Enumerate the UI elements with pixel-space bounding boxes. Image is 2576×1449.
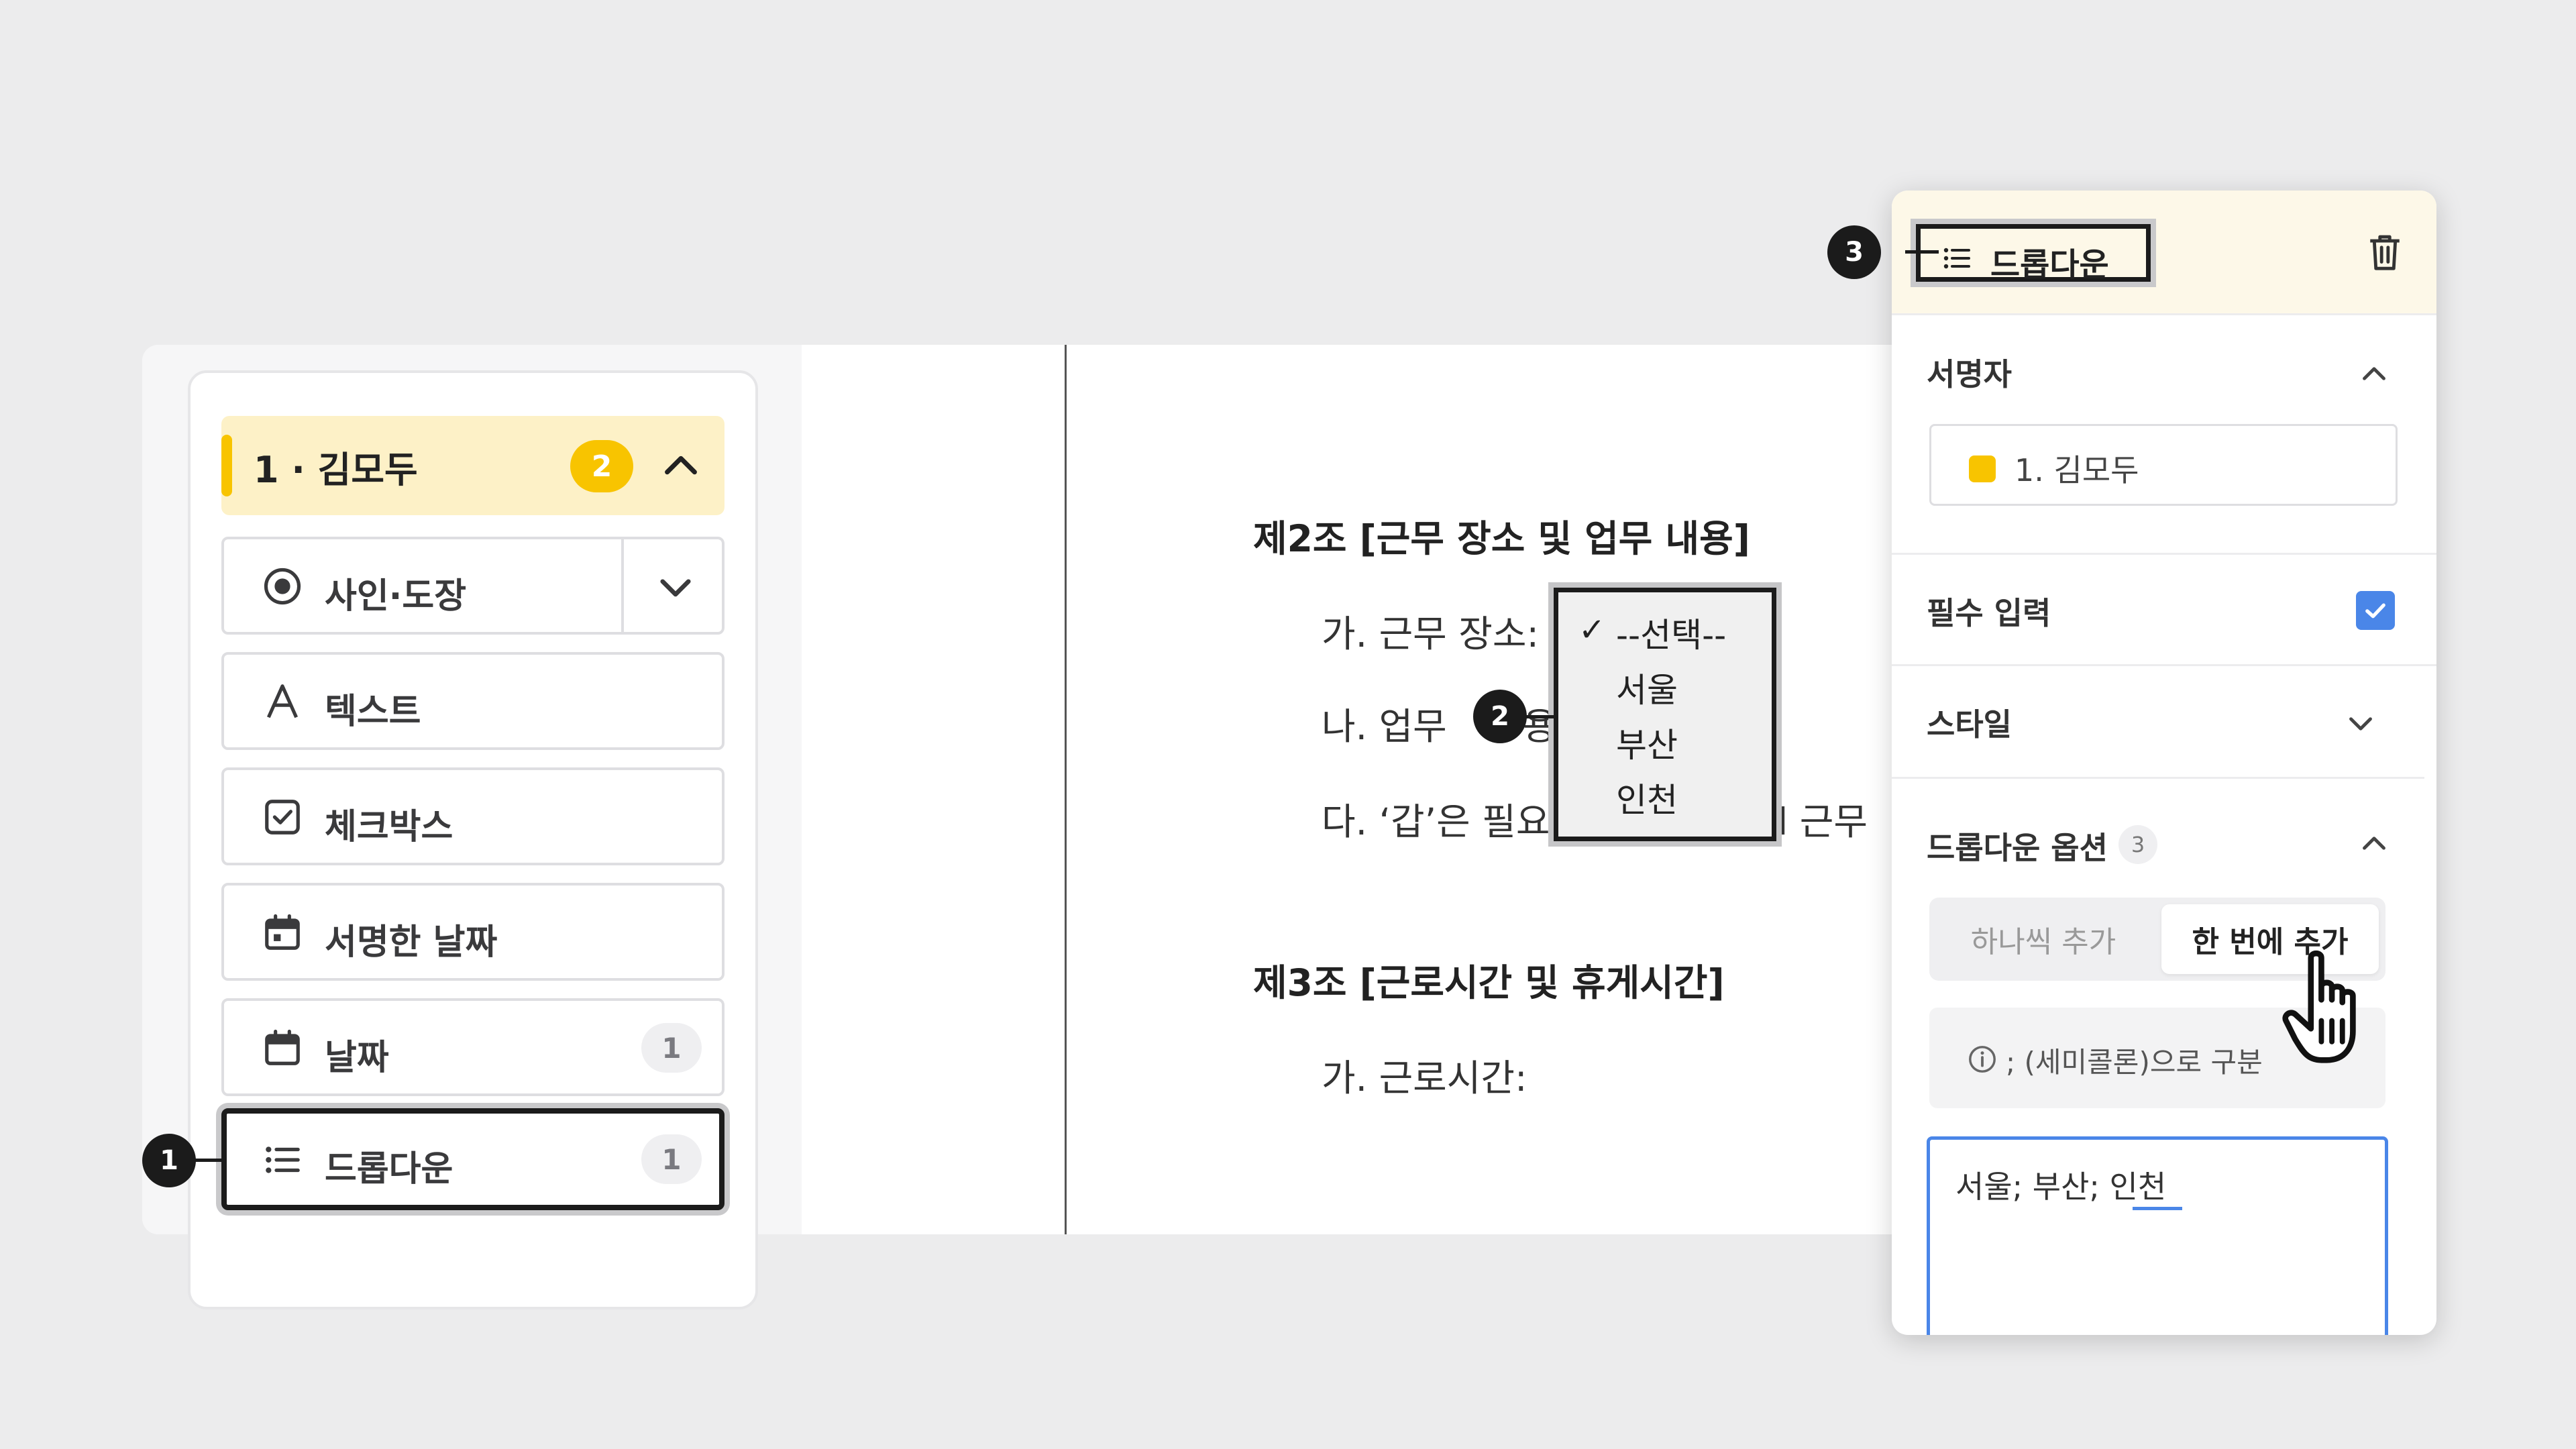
signer-select-value: 1. 김모두	[2015, 452, 2139, 488]
field-label: 드롭다운	[325, 1149, 453, 1189]
chevron-up-icon[interactable]	[657, 443, 704, 490]
hand-pointer-icon	[2282, 950, 2356, 1063]
section-divider	[1892, 664, 2436, 666]
signer-select[interactable]: 1. 김모두	[1929, 424, 2398, 506]
required-label: 필수 입력	[1927, 595, 2051, 631]
callout-line-2	[1523, 715, 1555, 718]
dropdown-options-label: 드롭다운 옵션	[1927, 830, 2108, 866]
callout-marker-3: 3	[1827, 225, 1881, 279]
chevron-up-icon[interactable]	[2355, 824, 2394, 863]
options-textarea[interactable]: 서울; 부산; 인천	[1927, 1136, 2388, 1335]
hint-text: ; (세미콜론)으로 구분	[2006, 1046, 2263, 1079]
style-section-label: 스타일	[1927, 706, 2012, 743]
field-count-badge: 1	[641, 1023, 702, 1073]
signer-group-header[interactable]: 1 · 김모두 2	[221, 416, 724, 515]
signer-field-count-badge: 2	[570, 440, 633, 492]
check-icon	[2365, 603, 2385, 619]
check-icon: ✓	[1578, 611, 1606, 649]
dropdown-option[interactable]: 부산	[1616, 718, 1678, 767]
panel-title-box: 드롭다운	[1916, 224, 2151, 284]
signer-name: 1 · 김모두	[254, 449, 418, 491]
document-line-fragment: l 근무	[1778, 800, 1868, 843]
field-properties-panel: 드롭다운 서명자 1. 김모두 필수 입력 스타일 드롭다운 옵션 3 하나씩 …	[1892, 191, 2436, 1335]
signer-section-label: 서명자	[1927, 356, 2012, 392]
field-count-badge: 1	[641, 1134, 702, 1184]
radio-target-icon	[264, 568, 301, 605]
checkbox-icon	[265, 800, 300, 835]
callout-line-3	[1905, 250, 1939, 254]
calendar-filled-icon	[265, 914, 300, 950]
field-item-text[interactable]: 텍스트	[221, 652, 724, 750]
document-line: 가. 근로시간:	[1322, 1057, 1527, 1099]
field-label: 날짜	[325, 1038, 389, 1078]
document-line: 가. 근무 장소:	[1322, 612, 1539, 655]
field-label: 텍스트	[325, 692, 421, 732]
chevron-down-icon[interactable]	[653, 565, 698, 609]
article-heading: 제3조 [근로시간 및 휴게시간]	[1253, 961, 1725, 1004]
panel-title: 드롭다운	[1990, 246, 2109, 284]
spellcheck-underline	[2133, 1207, 2182, 1210]
callout-line-1	[195, 1159, 227, 1162]
list-icon	[266, 1146, 300, 1173]
text-a-icon	[266, 684, 299, 718]
options-count-badge: 3	[2118, 825, 2157, 864]
chevron-up-icon[interactable]	[2355, 354, 2394, 393]
field-label: 서명한 날짜	[325, 922, 498, 963]
callout-marker-2: 2	[1473, 690, 1527, 743]
document-line: 다. ‘갑’은 필요	[1322, 800, 1550, 843]
signer-color-dot	[1969, 455, 1996, 482]
list-icon	[1943, 248, 1970, 269]
field-label: 사인·도장	[325, 576, 467, 616]
section-divider	[1892, 553, 2436, 555]
field-item-checkbox[interactable]: 체크박스	[221, 767, 724, 865]
document-line: 나. 업무	[1322, 705, 1447, 748]
trash-icon[interactable]	[2365, 231, 2404, 274]
field-label: 체크박스	[325, 807, 453, 847]
dropdown-option[interactable]: 서울	[1616, 663, 1678, 712]
field-item-date[interactable]: 날짜 1	[221, 998, 724, 1096]
required-checkbox[interactable]	[2356, 591, 2395, 630]
dropdown-option[interactable]: --선택--	[1616, 608, 1726, 657]
field-item-signature[interactable]: 사인·도장	[221, 537, 724, 635]
field-item-signed-date[interactable]: 서명한 날짜	[221, 883, 724, 981]
segment-add-one-by-one[interactable]: 하나씩 추가	[1929, 898, 2157, 981]
dropdown-field-popup[interactable]: ✓ --선택-- 서울 부산 인천	[1554, 588, 1776, 841]
chevron-down-icon[interactable]	[2341, 704, 2380, 743]
split-divider	[621, 539, 624, 632]
article-heading: 제2조 [근무 장소 및 업무 내용]	[1253, 517, 1750, 560]
panel-header: 드롭다운	[1892, 191, 2436, 315]
field-item-dropdown[interactable]: 드롭다운 1	[221, 1108, 724, 1210]
signer-color-bar	[221, 435, 232, 496]
calendar-icon	[265, 1029, 300, 1065]
callout-marker-1: 1	[142, 1134, 196, 1187]
info-icon	[1969, 1046, 1996, 1073]
section-divider	[1892, 777, 2424, 779]
textarea-value: 서울; 부산; 인천	[1955, 1169, 2167, 1205]
document-page-edge	[1065, 345, 1067, 1234]
dropdown-option[interactable]: 인천	[1616, 773, 1678, 822]
